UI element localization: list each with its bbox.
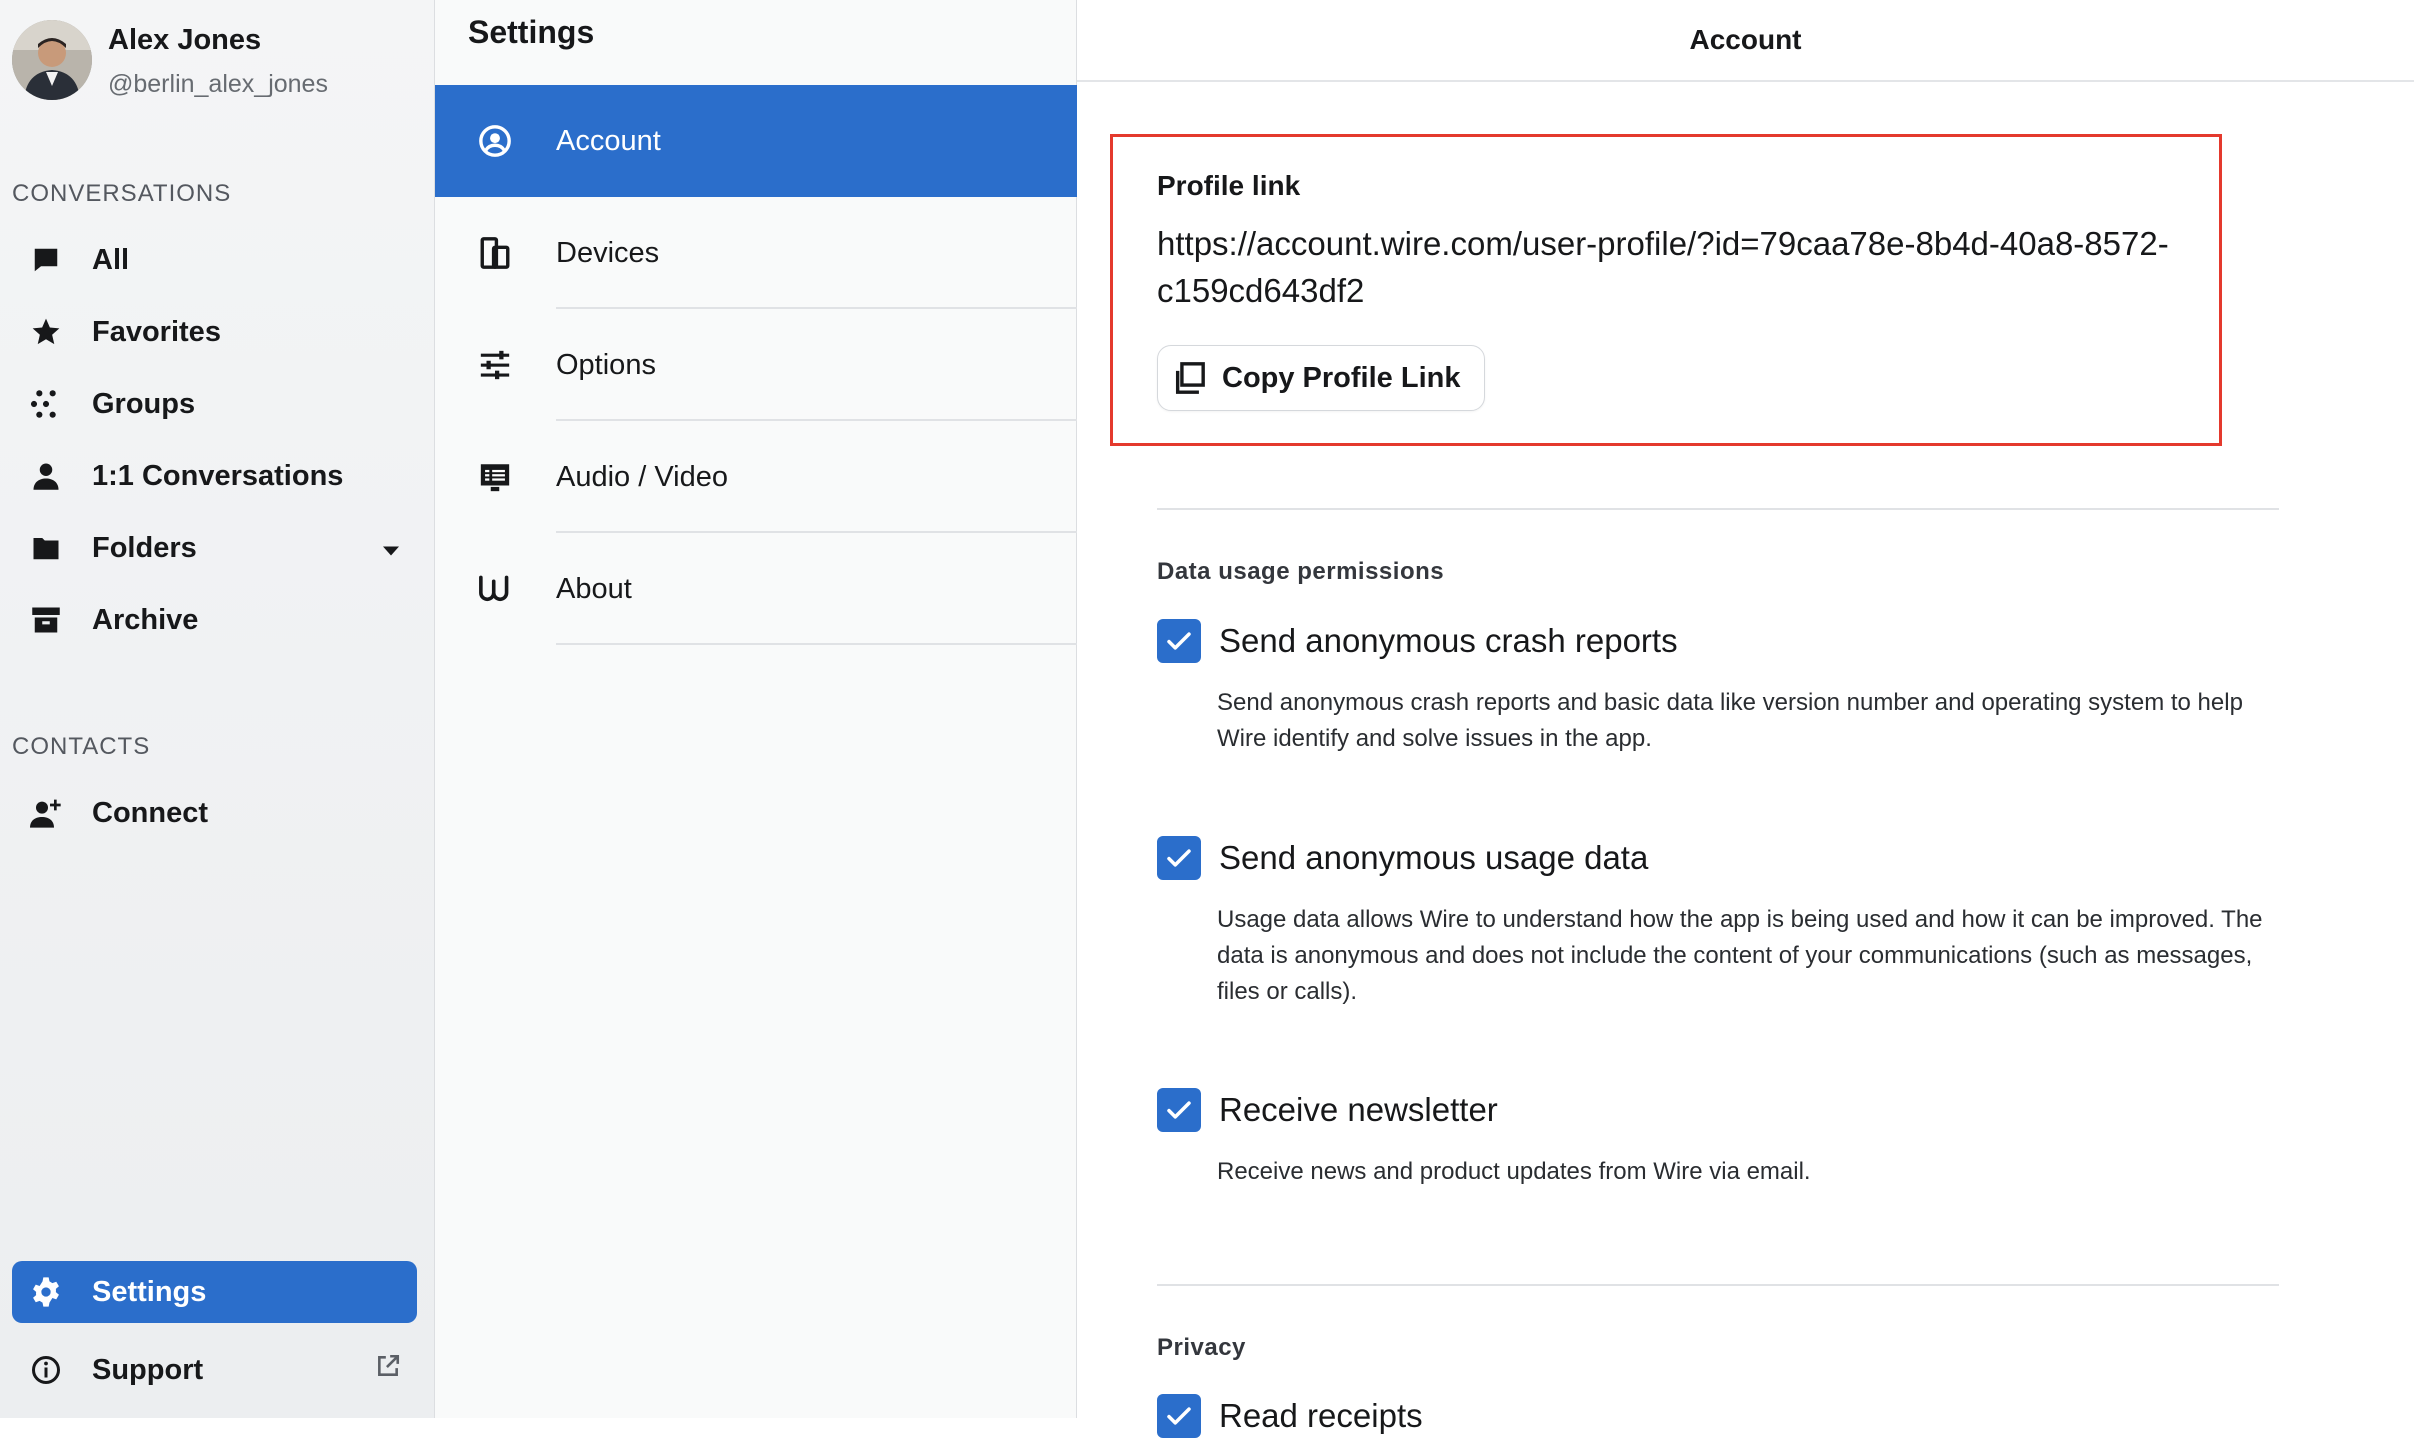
profile-link-label: Profile link (1157, 170, 1301, 201)
profile-link-url[interactable]: https://account.wire.com/user-profile/?i… (1157, 220, 2197, 314)
sidebar-item-folders[interactable]: Folders (12, 517, 417, 579)
checkmark-icon (1167, 632, 1191, 650)
sidebar-item-label: Settings (92, 1275, 207, 1308)
devices-icon (475, 233, 515, 273)
crash-reports-title: Send anonymous crash reports (1219, 622, 1678, 659)
settings-item-label: Options (556, 348, 656, 381)
chevron-down-icon[interactable] (381, 532, 401, 565)
data-usage-title: Data usage permissions (1157, 558, 1445, 585)
audio-video-icon (475, 457, 515, 497)
copy-icon (1172, 359, 1210, 397)
groups-dots-icon (26, 384, 66, 424)
usage-data-checkbox[interactable] (1157, 836, 1201, 880)
sidebar-item-label: Connect (92, 796, 208, 829)
user-handle: @berlin_alex_jones (108, 70, 328, 98)
read-receipts-checkbox[interactable] (1157, 1394, 1201, 1438)
person-icon (26, 456, 66, 496)
sidebar-item-all[interactable]: All (12, 229, 417, 291)
gear-icon (26, 1272, 66, 1312)
sidebar-item-support[interactable]: Support (12, 1339, 417, 1401)
conversations-section-label: CONVERSATIONS (12, 180, 232, 207)
usage-data-title: Send anonymous usage data (1219, 839, 1649, 876)
user-name: Alex Jones (108, 24, 262, 56)
sidebar-item-label: Archive (92, 603, 199, 636)
sidebar-item-settings[interactable]: Settings (12, 1261, 417, 1323)
copy-button-label: Copy Profile Link (1222, 361, 1461, 394)
settings-item-devices[interactable]: Devices (435, 197, 1077, 309)
section-divider (1157, 508, 2279, 510)
copy-profile-link-button[interactable]: Copy Profile Link (1157, 345, 1485, 411)
crash-reports-description: Send anonymous crash reports and basic d… (1217, 689, 2243, 752)
usage-data-description: Usage data allows Wire to understand how… (1217, 906, 2263, 1005)
external-link-icon[interactable] (375, 1353, 401, 1387)
page-title: Account (1077, 0, 2414, 82)
sidebar-item-favorites[interactable]: Favorites (12, 301, 417, 363)
settings-item-account[interactable]: Account (435, 85, 1077, 197)
archive-icon (26, 600, 66, 640)
crash-reports-checkbox[interactable] (1157, 619, 1201, 663)
conversation-sidebar: Alex Jones @berlin_alex_jones CONVERSATI… (0, 0, 435, 1418)
settings-item-options[interactable]: Options (435, 309, 1077, 421)
contacts-section-label: CONTACTS (12, 733, 151, 760)
settings-item-audio-video[interactable]: Audio / Video (435, 421, 1077, 533)
sidebar-item-groups[interactable]: Groups (12, 373, 417, 435)
settings-item-label: About (556, 572, 632, 605)
checkmark-icon (1167, 1101, 1191, 1119)
account-circle-icon (475, 121, 515, 161)
sidebar-item-archive[interactable]: Archive (12, 589, 417, 651)
newsletter-checkbox[interactable] (1157, 1088, 1201, 1132)
chat-bubble-icon (26, 240, 66, 280)
settings-item-about[interactable]: About (435, 533, 1077, 645)
settings-title: Settings (468, 14, 595, 50)
newsletter-description: Receive news and product updates from Wi… (1217, 1158, 1811, 1185)
sidebar-item-label: 1:1 Conversations (92, 459, 344, 492)
settings-menu: Settings Account Devices Options Audio /… (435, 0, 1077, 1418)
folder-icon (26, 528, 66, 568)
newsletter-title: Receive newsletter (1219, 1091, 1498, 1128)
sidebar-item-label: Support (92, 1353, 204, 1386)
read-receipts-title: Read receipts (1219, 1397, 1423, 1434)
checkmark-icon (1167, 849, 1191, 867)
sidebar-item-label: Folders (92, 531, 197, 564)
privacy-title: Privacy (1157, 1334, 1246, 1361)
sidebar-item-one-to-one[interactable]: 1:1 Conversations (12, 445, 417, 507)
settings-item-label: Account (556, 124, 661, 157)
account-panel: Account Profile link https://account.wir… (1077, 0, 2414, 1438)
settings-item-label: Audio / Video (556, 460, 728, 493)
wire-logo-icon (475, 569, 515, 609)
menu-divider (556, 643, 1077, 645)
info-icon (26, 1350, 66, 1390)
star-icon (26, 312, 66, 352)
sidebar-item-label: Groups (92, 387, 196, 420)
sliders-icon (475, 345, 515, 385)
checkmark-icon (1167, 1407, 1191, 1425)
section-divider (1157, 1284, 2279, 1286)
avatar[interactable] (12, 20, 92, 100)
sidebar-item-label: All (92, 243, 130, 276)
add-person-icon (26, 793, 66, 833)
sidebar-item-connect[interactable]: Connect (12, 782, 417, 844)
settings-item-label: Devices (556, 236, 660, 269)
sidebar-item-label: Favorites (92, 315, 221, 348)
